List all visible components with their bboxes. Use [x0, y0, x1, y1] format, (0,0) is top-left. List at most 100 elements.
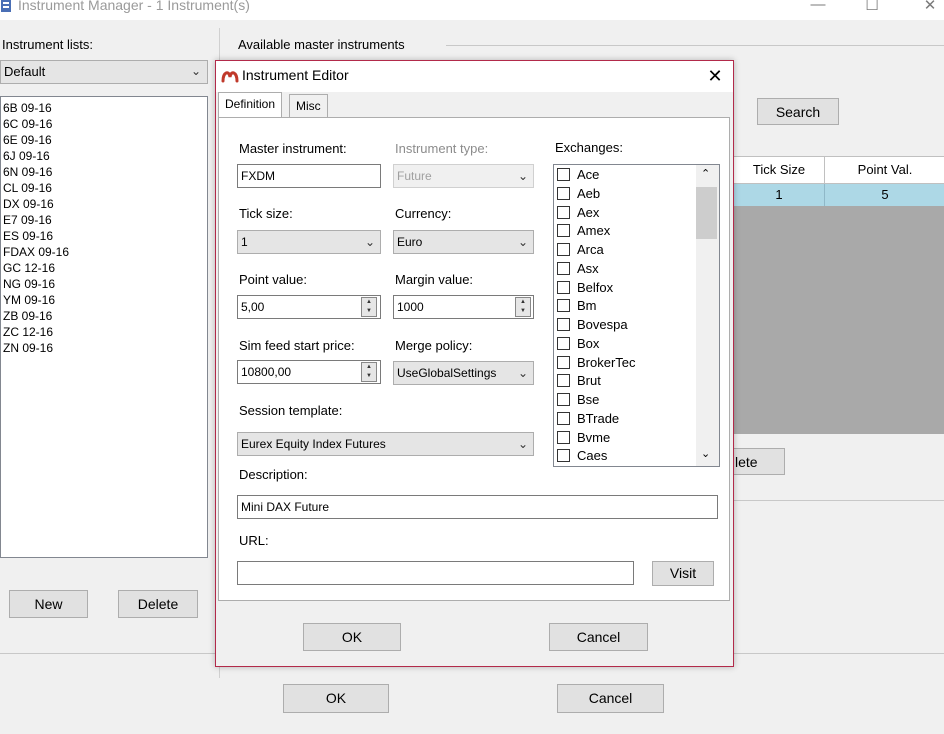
list-item[interactable]: ZB 09-16	[3, 308, 205, 324]
merge-policy-value: UseGlobalSettings	[397, 366, 497, 380]
scrollbar-thumb[interactable]	[696, 187, 717, 239]
exchange-item-aeb[interactable]: Aeb	[557, 185, 600, 204]
margin-value-spinner[interactable]: ▲ ▼	[515, 297, 531, 317]
delete-list-button[interactable]: Delete	[118, 590, 198, 618]
tick-size-label: Tick size:	[239, 206, 293, 221]
instrument-listbox[interactable]: 6B 09-16 6C 09-16 6E 09-16 6J 09-16 6N 0…	[0, 96, 208, 558]
tab-misc[interactable]: Misc	[289, 94, 328, 118]
checkbox[interactable]	[557, 224, 570, 237]
list-item[interactable]: 6E 09-16	[3, 132, 205, 148]
tick-size-select[interactable]: 1 ⌄	[237, 230, 381, 254]
definition-tab-panel: Master instrument: FXDM Instrument type:…	[218, 117, 730, 601]
visit-button[interactable]: Visit	[652, 561, 714, 586]
checkbox[interactable]	[557, 262, 570, 275]
maximize-button[interactable]: ☐	[852, 0, 892, 16]
checkbox[interactable]	[557, 281, 570, 294]
chevron-down-icon[interactable]: ⌄	[701, 447, 710, 460]
checkbox[interactable]	[557, 393, 570, 406]
exchange-item-caes[interactable]: Caes	[557, 447, 607, 466]
exchange-item-bovespa[interactable]: Bovespa	[557, 316, 628, 335]
tab-definition[interactable]: Definition	[218, 92, 283, 118]
margin-value-input[interactable]: 1000	[393, 295, 534, 319]
description-input[interactable]: Mini DAX Future	[237, 495, 718, 519]
new-list-button[interactable]: New	[9, 590, 88, 618]
close-icon[interactable]: ✕	[703, 63, 727, 89]
column-header-tick-size[interactable]: Tick Size	[734, 157, 825, 183]
instrument-lists-label: Instrument lists:	[2, 37, 94, 52]
exchange-item-belfox[interactable]: Belfox	[557, 279, 613, 298]
list-item[interactable]: NG 09-16	[3, 276, 205, 292]
checkbox[interactable]	[557, 374, 570, 387]
chevron-up-icon[interactable]: ⌃	[701, 167, 710, 180]
tick-size-value: 1	[241, 235, 248, 249]
column-header-point-value[interactable]: Point Val.	[826, 157, 944, 183]
list-item[interactable]: CL 09-16	[3, 180, 205, 196]
checkbox[interactable]	[557, 243, 570, 256]
master-instrument-label: Master instrument:	[239, 141, 347, 156]
list-item[interactable]: GC 12-16	[3, 260, 205, 276]
list-item[interactable]: DX 09-16	[3, 196, 205, 212]
point-value-spinner[interactable]: ▲ ▼	[361, 297, 377, 317]
exchange-item-bvme[interactable]: Bvme	[557, 429, 610, 448]
checkbox[interactable]	[557, 337, 570, 350]
exchange-item-ace[interactable]: Ace	[557, 166, 599, 185]
point-value-input[interactable]: 5,00	[237, 295, 381, 319]
list-item[interactable]: ES 09-16	[3, 228, 205, 244]
dialog-titlebar: Instrument Editor ✕	[216, 61, 733, 92]
checkbox[interactable]	[557, 299, 570, 312]
list-item[interactable]: FDAX 09-16	[3, 244, 205, 260]
exchange-item-asx[interactable]: Asx	[557, 260, 599, 279]
minimize-button[interactable]: —	[798, 0, 838, 16]
session-template-select[interactable]: Eurex Equity Index Futures ⌄	[237, 432, 534, 456]
merge-policy-select[interactable]: UseGlobalSettings ⌄	[393, 361, 534, 385]
exchange-item-bse[interactable]: Bse	[557, 391, 599, 410]
exchange-item-bm[interactable]: Bm	[557, 297, 597, 316]
checkbox[interactable]	[557, 318, 570, 331]
checkbox[interactable]	[557, 449, 570, 462]
currency-value: Euro	[397, 235, 423, 249]
exchange-item-brut[interactable]: Brut	[557, 372, 601, 391]
table-row[interactable]: 1 5	[734, 184, 944, 206]
exchange-item-aex[interactable]: Aex	[557, 204, 599, 223]
checkbox[interactable]	[557, 412, 570, 425]
exchange-item-amex[interactable]: Amex	[557, 222, 610, 241]
dialog-title: Instrument Editor	[242, 67, 349, 83]
checkbox[interactable]	[557, 187, 570, 200]
url-label: URL:	[239, 533, 269, 548]
ok-button[interactable]: OK	[283, 684, 389, 713]
list-item[interactable]: 6J 09-16	[3, 148, 205, 164]
list-item[interactable]: ZN 09-16	[3, 340, 205, 356]
cancel-button[interactable]: Cancel	[557, 684, 664, 713]
chevron-down-icon: ⌄	[517, 437, 528, 451]
currency-select[interactable]: Euro ⌄	[393, 230, 534, 254]
close-window-button[interactable]: ✕	[910, 0, 944, 16]
exchange-item-brokertec[interactable]: BrokerTec	[557, 354, 636, 373]
checkbox[interactable]	[557, 168, 570, 181]
list-item[interactable]: YM 09-16	[3, 292, 205, 308]
url-input[interactable]	[237, 561, 634, 585]
chevron-down-icon: ⌄	[517, 235, 528, 249]
checkbox[interactable]	[557, 206, 570, 219]
list-item[interactable]: 6N 09-16	[3, 164, 205, 180]
list-item[interactable]: E7 09-16	[3, 212, 205, 228]
dialog-ok-button[interactable]: OK	[303, 623, 401, 651]
available-master-instruments-label: Available master instruments	[238, 37, 405, 52]
exchanges-listbox[interactable]: Ace Aeb Aex Amex Arca Asx Belfox Bm Bove…	[553, 164, 720, 467]
cell-tick-size: 1	[734, 184, 825, 206]
master-instrument-input[interactable]: FXDM	[237, 164, 381, 188]
list-item[interactable]: ZC 12-16	[3, 324, 205, 340]
checkbox[interactable]	[557, 356, 570, 369]
exchange-item-arca[interactable]: Arca	[557, 241, 604, 260]
dialog-cancel-button[interactable]: Cancel	[549, 623, 648, 651]
point-value-label: Point value:	[239, 272, 307, 287]
sim-feed-start-price-input[interactable]: 10800,00	[237, 360, 381, 384]
list-item[interactable]: 6B 09-16	[3, 100, 205, 116]
checkbox[interactable]	[557, 431, 570, 444]
list-item[interactable]: 6C 09-16	[3, 116, 205, 132]
exchange-item-box[interactable]: Box	[557, 335, 599, 354]
delete-instrument-button[interactable]: lete	[726, 448, 785, 475]
sim-feed-start-price-spinner[interactable]: ▲ ▼	[361, 362, 377, 382]
instrument-list-select[interactable]: Default ⌄	[0, 60, 208, 84]
exchange-item-btrade[interactable]: BTrade	[557, 410, 619, 429]
search-button[interactable]: Search	[757, 98, 839, 125]
